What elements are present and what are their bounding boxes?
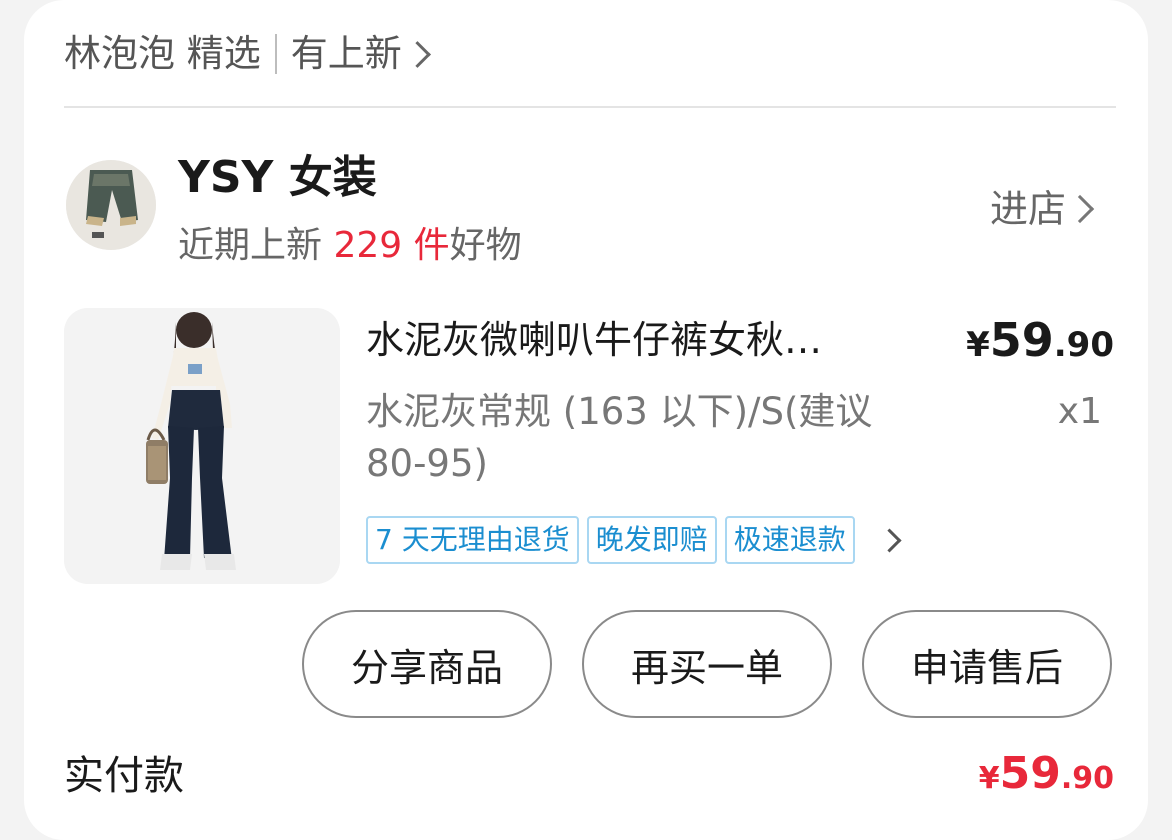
paid-amount: ¥59.90: [979, 746, 1114, 811]
service-tags[interactable]: 7 天无理由退货 晚发即赔 极速退款: [366, 516, 902, 564]
price-symbol: ¥: [966, 325, 990, 365]
after-sales-button[interactable]: 申请售后: [862, 610, 1112, 718]
store-new-count: 229 件: [333, 225, 450, 266]
new-arrivals-label: 有上新: [290, 32, 402, 75]
price-integer: 59: [989, 313, 1054, 367]
store-new-arrivals: 近期上新 229 件好物: [178, 222, 522, 270]
order-card: 林泡泡 精选 有上新 YSY 女装 近期上新 229 件好物 进店 水泥灰微喇叭…: [24, 0, 1148, 840]
store-avatar[interactable]: [66, 160, 156, 250]
enter-store-button[interactable]: 进店: [990, 184, 1095, 234]
paid-integer: 59: [999, 748, 1061, 799]
price-decimal: .90: [1053, 325, 1114, 365]
chevron-right-icon[interactable]: [877, 527, 902, 553]
product-price: ¥59.90: [966, 312, 1114, 379]
tag-late-compensation: 晚发即赔: [586, 516, 717, 564]
tag-fast-refund: 极速退款: [724, 516, 855, 564]
enter-store-label: 进店: [990, 187, 1067, 231]
product-title[interactable]: 水泥灰微喇叭牛仔裤女秋…: [366, 314, 906, 366]
store-name[interactable]: YSY 女装: [178, 150, 377, 206]
paid-symbol: ¥: [978, 761, 1000, 796]
shop-header-name: 林泡泡 精选: [64, 32, 261, 75]
product-spec: 水泥灰常规 (163 以下)/S(建议 80-95): [366, 390, 873, 485]
chevron-right-icon: [1065, 194, 1095, 224]
divider: [64, 106, 1116, 108]
store-sub-prefix: 近期上新: [178, 225, 334, 266]
tag-return-policy: 7 天无理由退货: [366, 516, 579, 564]
product-quantity: x1: [1057, 391, 1102, 432]
header-separator: [274, 34, 277, 74]
product-image[interactable]: [64, 308, 340, 584]
buy-again-button[interactable]: 再买一单: [582, 610, 832, 718]
store-sub-suffix: 好物: [449, 225, 522, 266]
paid-decimal: .90: [1060, 761, 1114, 796]
share-product-button[interactable]: 分享商品: [302, 610, 552, 718]
paid-amount-label: 实付款: [64, 753, 184, 799]
chevron-right-icon: [403, 40, 431, 68]
shop-header-link[interactable]: 林泡泡 精选 有上新: [64, 30, 431, 78]
